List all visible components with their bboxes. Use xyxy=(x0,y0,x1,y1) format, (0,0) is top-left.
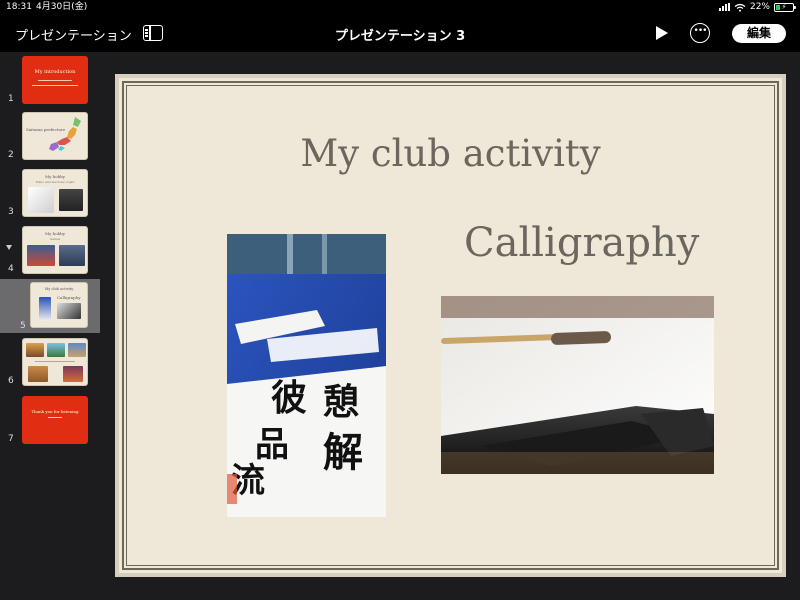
status-date: 4月30日(金) xyxy=(36,2,88,12)
slide-thumbnail-7[interactable]: Thank you for listening 7 xyxy=(0,392,100,446)
status-time: 18:31 xyxy=(6,2,32,12)
toolbar: プレゼンテーション プレゼンテーション 3 ••• 編集 xyxy=(0,14,800,52)
game-image-2 xyxy=(59,245,85,266)
slide-preview-title: My hobby xyxy=(45,174,65,179)
slide-preview: My club activity Calligraphy xyxy=(30,282,88,328)
battery-icon: ⚡ xyxy=(774,2,796,12)
calligraphy-brush-photo[interactable] xyxy=(441,296,714,474)
current-slide[interactable]: My club activity Calligraphy 彼 憩 品 解 流 xyxy=(115,74,786,577)
slide-preview-subtitle: Calligraphy xyxy=(57,295,81,300)
slide-number: 7 xyxy=(8,434,14,444)
svg-text:解: 解 xyxy=(323,429,363,476)
slide-preview-title: My hobby xyxy=(45,231,65,236)
slide-preview: Thank you for listening xyxy=(22,396,88,444)
calligraphy-brush-photo-graphic xyxy=(441,296,714,474)
slide-preview-subtitle: Piano and electone organ xyxy=(35,180,75,184)
battery-percent: 22% xyxy=(749,2,770,12)
svg-text:品: 品 xyxy=(255,425,289,465)
slide-thumbnail-5[interactable]: My club activity Calligraphy 5 xyxy=(0,279,100,333)
slide-preview: Saitama prefecture xyxy=(22,112,88,160)
slide-number: 2 xyxy=(8,150,14,160)
status-indicators: 22% ⚡ xyxy=(718,0,796,14)
calligraphy-photo-thumb-1 xyxy=(39,297,51,321)
photo-thumb-5 xyxy=(63,366,83,382)
slide-preview-title: My introduction xyxy=(34,69,76,75)
slide-number: 6 xyxy=(8,376,14,386)
disclosure-arrow-icon[interactable] xyxy=(6,245,12,250)
sheet-music-image xyxy=(28,187,54,213)
slide-title[interactable]: My club activity xyxy=(119,132,782,175)
slide-thumbnail-4[interactable]: My hobby Games 4 xyxy=(0,222,100,276)
slide-thumbnail-2[interactable]: Saitama prefecture 2 xyxy=(0,108,100,162)
slide-number: 1 xyxy=(8,94,14,104)
game-image-1 xyxy=(27,245,55,266)
slide-preview-subtitle: Games xyxy=(49,237,61,241)
slide-number: 5 xyxy=(20,321,26,331)
photo-thumb-4 xyxy=(28,366,48,382)
slide-preview xyxy=(22,338,88,386)
slide-number: 4 xyxy=(8,264,14,274)
calligraphy-photo-1[interactable]: 彼 憩 品 解 流 xyxy=(227,234,386,517)
japan-map-image xyxy=(49,117,81,151)
slide-preview: My hobby Piano and electone organ xyxy=(22,169,88,217)
photo-thumb-2 xyxy=(47,343,65,357)
more-options-icon[interactable]: ••• xyxy=(690,23,710,43)
slide-canvas[interactable]: My club activity Calligraphy 彼 憩 品 解 流 xyxy=(100,52,800,600)
slide-preview: My introduction xyxy=(22,56,88,104)
slide-thumbnail-6[interactable]: 6 xyxy=(0,334,100,388)
cellular-signal-icon xyxy=(718,3,730,11)
svg-text:彼: 彼 xyxy=(271,377,307,419)
play-icon[interactable] xyxy=(656,26,668,40)
document-title[interactable]: プレゼンテーション 3 xyxy=(0,25,800,44)
calligraphy-photo-thumb-2 xyxy=(57,303,81,319)
slide-preview: My hobby Games xyxy=(22,226,88,274)
slide-navigator: My introduction 1 Saitama prefecture 2 M… xyxy=(0,52,100,600)
calligraphy-photo-1-graphic: 彼 憩 品 解 流 xyxy=(227,234,386,517)
slide-preview-title: Thank you for listening xyxy=(31,409,79,414)
svg-text:憩: 憩 xyxy=(323,381,359,423)
wifi-icon xyxy=(734,3,746,12)
slide-thumbnail-1[interactable]: My introduction 1 xyxy=(0,52,100,106)
slide-subtitle[interactable]: Calligraphy xyxy=(464,220,704,266)
slide-number: 3 xyxy=(8,207,14,217)
slide-thumbnail-3[interactable]: My hobby Piano and electone organ 3 xyxy=(0,165,100,219)
photo-thumb-3 xyxy=(68,343,86,357)
electone-image xyxy=(59,189,83,211)
status-bar: 18:31 4月30日(金) 22% ⚡ xyxy=(0,0,800,14)
photo-thumb-1 xyxy=(26,343,44,357)
slide-preview-title: My club activity xyxy=(44,287,74,291)
edit-button[interactable]: 編集 xyxy=(732,24,786,43)
